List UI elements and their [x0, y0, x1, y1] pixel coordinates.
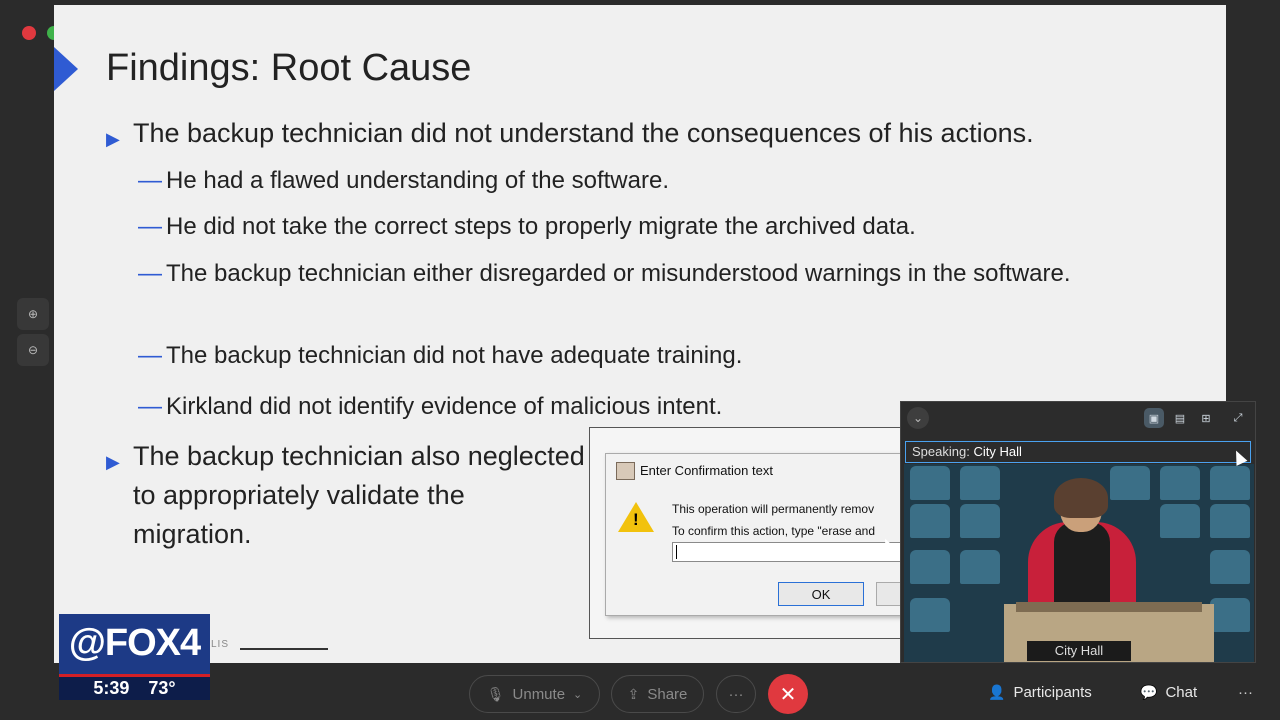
chat-button[interactable]: 💬 Chat [1140, 684, 1197, 701]
speaking-indicator: Speaking: City Hall [905, 441, 1251, 463]
share-button[interactable]: ⇪ Share [611, 675, 704, 713]
bullet-dash-icon: — [138, 167, 162, 194]
slide-footer-line [240, 648, 328, 650]
toolbar-overflow-button[interactable]: ··· [1238, 684, 1253, 701]
confirmation-dialog: Enter Confirmation text ! This operation… [605, 453, 903, 616]
dialog-message-line2: To confirm this action, type "erase and [672, 524, 876, 538]
chat-bubble-icon: 💬 [1140, 684, 1158, 700]
bullet-arrow-icon: ▶ [106, 452, 120, 472]
speaker-name: City Hall [973, 444, 1022, 459]
gallery-view-icon[interactable]: ⊞ [1196, 408, 1216, 428]
bullet-dash-icon: — [138, 342, 162, 369]
participants-button[interactable]: 👤 Participants [988, 684, 1092, 701]
video-panel: ⌄ ▣ ▤ ⊞ ⤢ Speaking: City Hall City Hall [900, 401, 1256, 663]
confirmation-text-field [672, 542, 902, 562]
news-brand: @FOX4 [59, 614, 210, 674]
dialog-ok-button: OK [778, 582, 864, 606]
leave-meeting-button[interactable]: ✕ [768, 674, 808, 714]
speaker-view-icon[interactable]: ▣ [1144, 408, 1164, 428]
unmute-button[interactable]: 🎙 Unmute ⌄ [469, 675, 600, 713]
bullet-arrow-icon: ▶ [106, 129, 120, 149]
microphone-muted-icon: 🎙 [486, 685, 505, 702]
more-options-button[interactable]: ··· [716, 675, 756, 713]
dialog-message-line1: This operation will permanently remov [672, 502, 875, 516]
bullet-dash-icon: — [138, 260, 162, 287]
app-icon [616, 462, 635, 480]
participant-video[interactable]: City Hall [904, 464, 1254, 662]
dialog-cancel-button [876, 582, 902, 606]
bullet-dash-icon: — [138, 213, 162, 240]
filmstrip-view-icon[interactable]: ▤ [1170, 408, 1190, 428]
slide-title: Findings: Root Cause [106, 47, 472, 89]
participant-name-label: City Hall [1027, 641, 1131, 661]
record-indicator-icon[interactable] [22, 26, 36, 40]
warning-icon: ! [618, 502, 654, 532]
collapse-chevron-icon[interactable]: ⌄ [907, 407, 929, 429]
time-temperature: 5:39 73° [59, 677, 210, 700]
dialog-title: Enter Confirmation text [640, 463, 773, 478]
slide-title-arrow-icon [54, 47, 78, 91]
people-icon: 👤 [988, 684, 1006, 700]
expand-icon[interactable]: ⤢ [1228, 408, 1248, 428]
chevron-down-icon[interactable]: ⌄ [573, 688, 582, 701]
bullet-dash-icon: — [138, 393, 162, 420]
zoom-in-icon[interactable]: ⊕ [17, 298, 49, 330]
share-screen-icon: ⇪ [627, 685, 640, 702]
news-logo-overlay: @FOX4 5:39 73° [59, 614, 210, 700]
zoom-out-icon[interactable]: ⊖ [17, 334, 49, 366]
slide-footer-logo: LIS [211, 639, 230, 650]
